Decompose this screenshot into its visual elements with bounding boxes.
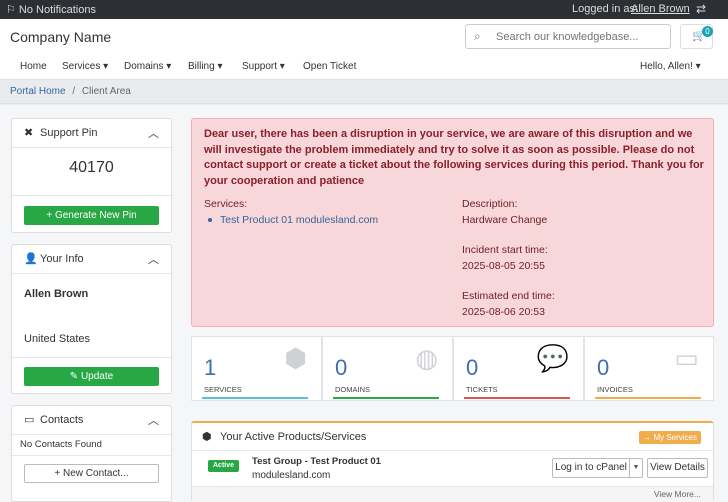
globe-icon: ◍ (415, 343, 438, 373)
support-pin-title: Support Pin (40, 127, 98, 139)
end-time-value: 2025-08-06 20:53 (462, 306, 545, 318)
alert-message: Dear user, there has been a disruption i… (204, 128, 704, 187)
product-domain: modulesland.com (252, 470, 331, 481)
chevron-up-icon[interactable]: ︿ (148, 251, 159, 267)
description-value: Hardware Change (462, 214, 548, 226)
generate-pin-label: Generate New Pin (54, 210, 137, 221)
header: Company Name ⌕ 🛒 0 Home Services ▾ Domai… (0, 19, 728, 80)
invoices-underline (595, 397, 701, 399)
new-contact-label: New Contact... (63, 468, 129, 479)
services-underline (202, 397, 308, 399)
my-services-button[interactable]: → My Services (639, 431, 701, 444)
search-icon: ⌕ (474, 29, 481, 43)
tickets-caption: TICKETS (466, 385, 498, 394)
no-contacts-text: No Contacts Found (20, 439, 102, 450)
logged-in-user-link[interactable]: Allen Brown (631, 3, 690, 15)
account-menu[interactable]: Hello, Allen! ▾ (640, 61, 701, 72)
support-pin-icon: ✖ (24, 127, 34, 139)
status-badge: Active (208, 460, 240, 472)
nav-support[interactable]: Support ▾ (242, 61, 285, 72)
support-pin-value: 40170 (69, 159, 114, 176)
nav-billing[interactable]: Billing ▾ (188, 61, 222, 72)
notifications-label: No Notifications (18, 4, 96, 16)
invoices-count: 0 (597, 355, 610, 380)
client-country: United States (24, 333, 91, 345)
start-time-value: 2025-08-05 20:55 (462, 260, 545, 272)
invoices-caption: INVOICES (597, 385, 633, 394)
service-disruption-alert: Dear user, there has been a disruption i… (191, 118, 714, 327)
contacts-header[interactable]: ▭ Contacts ︿ (12, 406, 171, 435)
end-time-label: Estimated end time: (462, 290, 555, 302)
folder-icon: ▭ (24, 414, 35, 426)
divider (12, 455, 171, 456)
your-info-title: Your Info (40, 253, 84, 265)
start-time-label: Incident start time: (462, 244, 548, 256)
domains-underline (333, 397, 439, 399)
breadcrumb-bar: Portal Home / Client Area (0, 80, 728, 104)
my-services-label: My Services (653, 433, 697, 442)
view-more-link[interactable]: View More... (654, 489, 701, 499)
view-details-button[interactable]: View Details (647, 458, 708, 478)
breadcrumb: Portal Home / Client Area (10, 86, 131, 97)
search-input[interactable] (496, 27, 666, 46)
divider (12, 357, 171, 358)
support-pin-header[interactable]: ✖ Support Pin ︿ (12, 119, 171, 148)
domains-count: 0 (335, 355, 348, 380)
breadcrumb-home[interactable]: Portal Home (10, 86, 66, 97)
contacts-title: Contacts (40, 414, 84, 426)
active-products-panel: ⬢ Your Active Products/Services → My Ser… (191, 421, 714, 502)
tickets-underline (464, 397, 570, 399)
login-cpanel-button[interactable]: Log in to cPanel (552, 458, 630, 478)
nav-home[interactable]: Home (20, 61, 47, 72)
brand-logo[interactable]: Company Name (10, 29, 111, 45)
stat-services[interactable]: 1 SERVICES ⬢ (191, 336, 322, 401)
services-caption: SERVICES (204, 385, 242, 394)
active-products-title: Your Active Products/Services (220, 431, 367, 443)
view-more-bar: View More... (192, 486, 713, 502)
return-to-admin-icon[interactable]: ⇄ (696, 2, 706, 16)
nav-services[interactable]: Services ▾ (62, 61, 108, 72)
top-bar: ⚐ No Notifications Logged in as: Allen B… (0, 0, 728, 19)
stat-tickets[interactable]: 0 TICKETS 💬 (453, 336, 584, 401)
update-label: Update (80, 371, 114, 382)
logged-in-label: Logged in as: (572, 3, 639, 15)
stat-domains[interactable]: 0 DOMAINS ◍ (322, 336, 453, 401)
bullet (208, 218, 212, 222)
affected-service-link[interactable]: Test Product 01 modulesland.com (220, 214, 378, 226)
chevron-up-icon[interactable]: ︿ (148, 125, 159, 141)
domains-caption: DOMAINS (335, 385, 371, 394)
breadcrumb-separator: / (72, 86, 76, 97)
tickets-count: 0 (466, 355, 479, 380)
active-products-header: ⬢ Your Active Products/Services → My Ser… (192, 423, 713, 451)
chevron-up-icon[interactable]: ︿ (148, 412, 159, 428)
cart-count-badge: 0 (702, 26, 713, 37)
services-label: Services: (204, 198, 248, 210)
divider (12, 195, 171, 196)
product-name: Test Group - Test Product 01 (252, 456, 381, 467)
notifications-link[interactable]: ⚐ No Notifications (6, 3, 96, 16)
generate-new-pin-button[interactable]: + Generate New Pin (24, 206, 159, 225)
user-icon: 👤 (24, 253, 38, 265)
new-contact-button[interactable]: + New Contact... (24, 464, 159, 483)
description-label: Description: (462, 198, 518, 210)
caret-down-icon[interactable]: ▼ (629, 458, 643, 478)
cube-icon: ⬢ (284, 343, 307, 373)
nav-open-ticket[interactable]: Open Ticket (303, 61, 356, 72)
your-info-header[interactable]: 👤 Your Info ︿ (12, 245, 171, 274)
your-info-panel: 👤 Your Info ︿ Allen Brown United States … (11, 244, 172, 394)
comments-icon: 💬 (536, 343, 569, 373)
breadcrumb-current: Client Area (81, 86, 131, 97)
update-button[interactable]: ✎ Update (24, 367, 159, 386)
stat-invoices[interactable]: 0 INVOICES ▭ (584, 336, 714, 401)
knowledgebase-search[interactable]: ⌕ (465, 24, 671, 49)
support-pin-panel: ✖ Support Pin ︿ 40170 + Generate New Pin (11, 118, 172, 233)
credit-card-icon: ▭ (674, 343, 699, 373)
client-name: Allen Brown (24, 288, 89, 300)
contacts-panel: ▭ Contacts ︿ No Contacts Found + New Con… (11, 405, 172, 502)
services-count: 1 (204, 355, 217, 380)
nav-domains[interactable]: Domains ▾ (124, 61, 171, 72)
cart-button[interactable]: 🛒 0 (680, 24, 713, 49)
cube-icon: ⬢ (202, 431, 212, 443)
